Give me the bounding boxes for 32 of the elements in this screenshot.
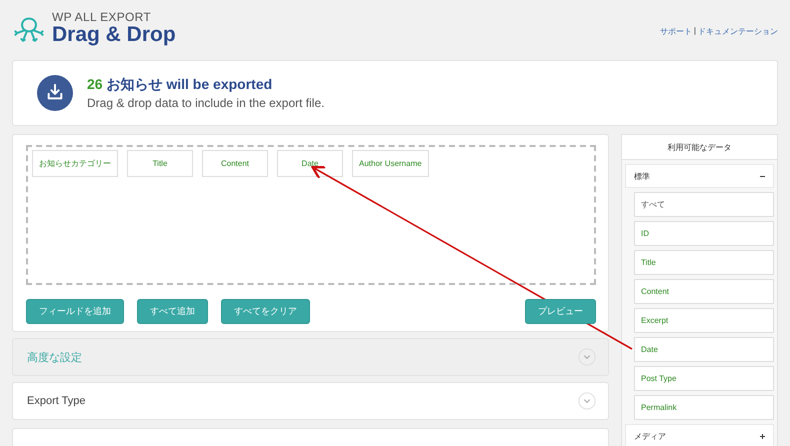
drop-zone[interactable]: お知らせカテゴリー Title Content Date Author Username — [26, 145, 596, 285]
brand-name: WP ALL EXPORT — [52, 10, 152, 24]
data-item[interactable]: すべて — [634, 192, 774, 217]
export-count: 26 — [87, 76, 103, 92]
data-group-header[interactable]: メディア — [625, 424, 774, 446]
action-button[interactable]: すべて追加 — [137, 299, 208, 324]
header-link[interactable]: サポート — [660, 26, 692, 37]
field-chip[interactable]: Author Username — [352, 150, 429, 177]
action-button[interactable]: すべてをクリア — [221, 299, 310, 324]
field-chip[interactable]: お知らせカテゴリー — [32, 150, 118, 177]
field-chip[interactable]: Date — [277, 150, 343, 177]
data-item[interactable]: Date — [634, 337, 774, 362]
sidebar-title: 利用可能なデータ — [621, 134, 778, 160]
data-item[interactable]: ID — [634, 221, 774, 246]
notice-subtitle: Drag & drop data to include in the export file. — [87, 96, 324, 110]
preview-button[interactable]: プレビュー — [525, 299, 596, 324]
download-icon — [37, 75, 73, 111]
data-group-header[interactable]: 標準 — [625, 164, 774, 188]
header-link[interactable]: ドキュメンテーション — [698, 26, 778, 37]
link-separator: | — [694, 26, 696, 37]
data-item[interactable]: Post Type — [634, 366, 774, 391]
section-header[interactable]: 高度な設定 — [12, 338, 609, 376]
section-header[interactable]: Export Type — [12, 382, 609, 420]
data-item[interactable]: Content — [634, 279, 774, 304]
field-chip[interactable]: Title — [127, 150, 193, 177]
data-item[interactable]: Permalink — [634, 395, 774, 420]
data-item[interactable]: Excerpt — [634, 308, 774, 333]
data-item[interactable]: Title — [634, 250, 774, 275]
action-button[interactable]: フィールドを追加 — [26, 299, 124, 324]
page-title: Drag & Drop — [52, 24, 176, 45]
export-headline: お知らせ will be exported — [106, 76, 272, 92]
field-chip[interactable]: Content — [202, 150, 268, 177]
